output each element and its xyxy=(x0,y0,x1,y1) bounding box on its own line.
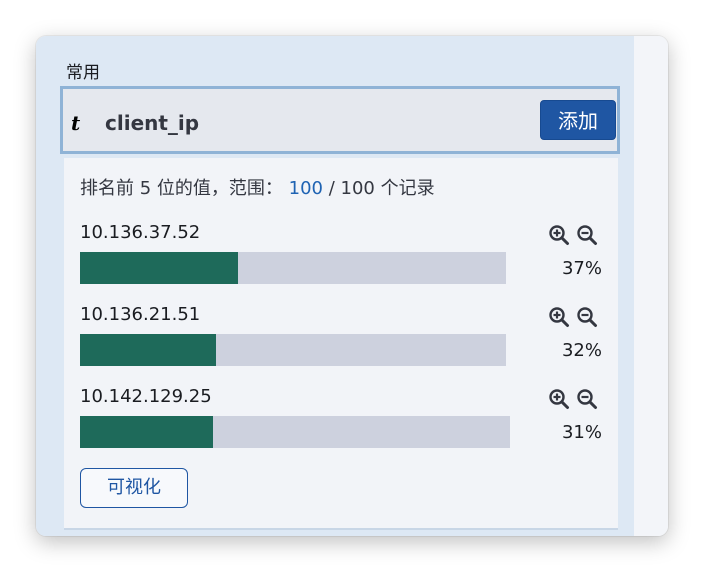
value-actions xyxy=(548,224,604,246)
top-values-summary: 排名前 5 位的值，范围： 100 / 100 个记录 xyxy=(80,174,435,200)
value-label: 10.136.21.51 xyxy=(80,304,201,325)
value-bar-fill xyxy=(80,334,217,366)
value-bar-track xyxy=(80,416,510,448)
value-label: 10.136.37.52 xyxy=(80,222,201,243)
value-actions xyxy=(548,388,604,410)
value-bar-fill xyxy=(80,252,238,284)
field-name: client_ip xyxy=(105,111,200,135)
section-title: 常用 xyxy=(66,63,100,83)
zoom-in-icon[interactable] xyxy=(548,306,570,328)
value-bar-fill xyxy=(80,416,214,448)
field-list-panel: 常用 t client_ip 添加 排名前 5 位的值，范围： 100 / 10… xyxy=(36,36,634,536)
summary-suffix: / 100 个记录 xyxy=(328,178,435,199)
field-row-client-ip[interactable]: t client_ip 添加 xyxy=(60,86,620,154)
summary-count: 100 xyxy=(288,178,323,199)
value-bar-track xyxy=(80,252,506,284)
top-value-row: 10.136.37.52 37% xyxy=(80,222,610,296)
visualize-button[interactable]: 可视化 xyxy=(80,468,188,508)
value-label: 10.142.129.25 xyxy=(80,386,212,407)
zoom-in-icon[interactable] xyxy=(548,388,570,410)
value-bar-track xyxy=(80,334,506,366)
field-details-popover: 排名前 5 位的值，范围： 100 / 100 个记录 10.136.37.52 xyxy=(64,158,618,530)
value-actions xyxy=(548,306,604,328)
value-percentage: 32% xyxy=(561,340,602,361)
summary-prefix: 排名前 5 位的值，范围： xyxy=(80,178,283,199)
field-details-window: 常用 t client_ip 添加 排名前 5 位的值，范围： 100 / 10… xyxy=(36,36,668,536)
zoom-out-icon[interactable] xyxy=(576,388,598,410)
zoom-in-icon[interactable] xyxy=(548,224,570,246)
zoom-out-icon[interactable] xyxy=(576,306,598,328)
top-value-row: 10.136.21.51 32% xyxy=(80,304,610,378)
adjacent-panel-edge xyxy=(634,36,668,536)
add-field-button[interactable]: 添加 xyxy=(540,100,616,140)
zoom-out-icon[interactable] xyxy=(576,224,598,246)
top-value-row: 10.142.129.25 31% xyxy=(80,386,610,460)
string-type-icon: t xyxy=(71,111,81,135)
value-percentage: 37% xyxy=(561,258,602,279)
value-percentage: 31% xyxy=(561,422,602,443)
